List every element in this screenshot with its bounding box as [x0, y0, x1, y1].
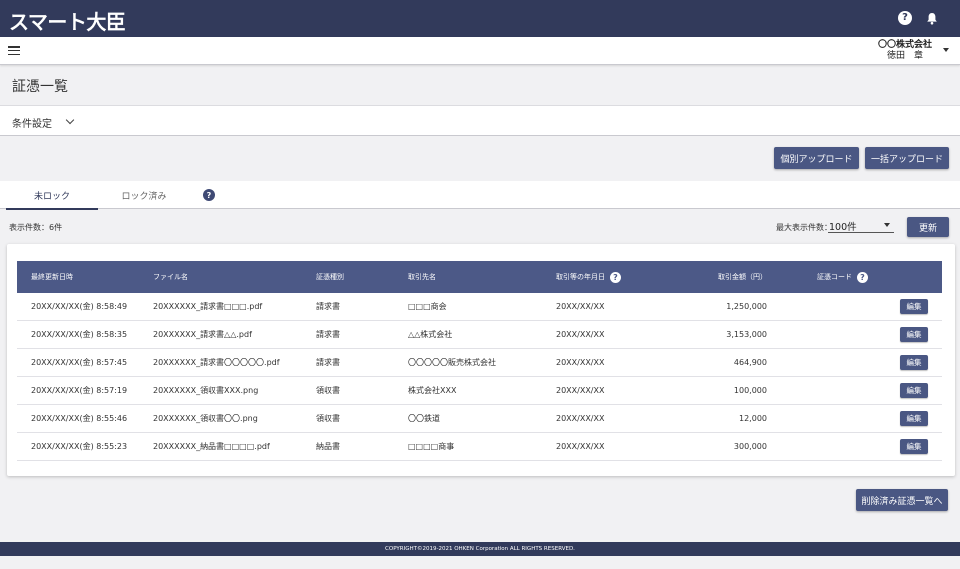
bell-icon[interactable] [925, 11, 939, 25]
header-amount[interactable]: 取引金額（円） [718, 261, 767, 293]
header-code[interactable]: 証憑コード? [817, 261, 868, 293]
cell-file[interactable]: 20XXXXXX_請求書〇〇〇〇〇.pdf [153, 349, 280, 376]
cell-date: 20XX/XX/XX [556, 302, 605, 311]
table-row[interactable]: 20XX/XX/XX(金) 8:57:45 20XXXXXX_請求書〇〇〇〇〇.… [17, 349, 942, 377]
cell-partner: 〇〇〇〇〇販売株式会社 [408, 358, 496, 367]
cell-partner: 株式会社XXX [408, 386, 457, 395]
help-circle-icon[interactable]: ? [898, 11, 912, 25]
edit-button[interactable]: 編集 [900, 299, 928, 314]
header-file[interactable]: ファイル名 [153, 261, 188, 293]
table-row[interactable]: 20XX/XX/XX(金) 8:55:46 20XXXXXX_領収書〇〇.png… [17, 405, 942, 433]
cell-file[interactable]: 20XXXXXX_領収書〇〇.png [153, 405, 258, 432]
caret-down-icon[interactable] [943, 48, 949, 52]
cell-date: 20XX/XX/XX [556, 414, 605, 423]
account-info[interactable]: 〇〇株式会社 徳田 章 [878, 40, 932, 62]
max-count-value: 100件 [829, 222, 857, 233]
help-circle-icon[interactable]: ? [857, 271, 868, 283]
refresh-button[interactable]: 更新 [907, 217, 949, 237]
bulk-upload-button[interactable]: 一括アップロード [865, 147, 949, 169]
help-circle-icon[interactable]: ? [203, 189, 215, 201]
cell-amount: 464,900 [733, 358, 767, 367]
cell-updated: 20XX/XX/XX(金) 8:55:23 [31, 442, 128, 451]
cell-date: 20XX/XX/XX [556, 358, 605, 367]
page-title: 証憑一覧 [12, 79, 68, 95]
document-table-card: 最終更新日時 ファイル名 証憑種別 取引先名 取引等の年月日? 取引金額（円） … [7, 244, 955, 476]
cell-type: 領収書 [316, 414, 340, 423]
header-date[interactable]: 取引等の年月日? [556, 261, 621, 293]
cell-partner: 〇〇鉄道 [408, 414, 440, 423]
header-type[interactable]: 証憑種別 [316, 261, 344, 293]
header-updated[interactable]: 最終更新日時 [31, 261, 73, 293]
cell-updated: 20XX/XX/XX(金) 8:55:46 [31, 414, 128, 423]
tab-unlocked[interactable]: 未ロック [6, 181, 98, 210]
conditions-label: 条件設定 [12, 119, 52, 130]
user-name: 徳田 章 [886, 51, 923, 61]
cell-amount: 12,000 [739, 414, 767, 423]
app-logo[interactable]: スマート大臣 [9, 6, 126, 35]
edit-button[interactable]: 編集 [900, 439, 928, 454]
cell-file[interactable]: 20XXXXXX_納品書□□□□.pdf [153, 433, 270, 460]
cell-type: 請求書 [316, 330, 340, 339]
result-count: 表示件数：6件 [9, 223, 63, 232]
table-row[interactable]: 20XX/XX/XX(金) 8:57:19 20XXXXXX_領収書XXX.pn… [17, 377, 942, 405]
cell-partner: □□□商会 [408, 302, 447, 311]
cell-date: 20XX/XX/XX [556, 330, 605, 339]
cell-type: 領収書 [316, 386, 340, 395]
copyright-text: COPYRIGHT©2019-2021 OHKEN Corporation AL… [385, 546, 575, 552]
cell-file[interactable]: 20XXXXXX_請求書△△.pdf [153, 321, 252, 348]
table-row[interactable]: 20XX/XX/XX(金) 8:58:35 20XXXXXX_請求書△△.pdf… [17, 321, 942, 349]
caret-down-icon [884, 223, 890, 227]
cell-updated: 20XX/XX/XX(金) 8:57:45 [31, 358, 128, 367]
hamburger-icon[interactable] [8, 46, 20, 55]
max-count-label: 最大表示件数： [776, 223, 832, 232]
cell-amount: 3,153,000 [726, 330, 767, 339]
cell-updated: 20XX/XX/XX(金) 8:58:35 [31, 330, 128, 339]
table-row[interactable]: 20XX/XX/XX(金) 8:58:49 20XXXXXX_請求書□□□.pd… [17, 293, 942, 321]
table-header: 最終更新日時 ファイル名 証憑種別 取引先名 取引等の年月日? 取引金額（円） … [17, 261, 942, 293]
company-name: 〇〇株式会社 [877, 40, 932, 50]
cell-amount: 100,000 [733, 386, 767, 395]
chevron-down-icon[interactable] [65, 115, 75, 125]
sub-bar: 〇〇株式会社 徳田 章 [0, 37, 960, 65]
cell-file[interactable]: 20XXXXXX_領収書XXX.png [153, 377, 258, 404]
tab-locked[interactable]: ロック済み [102, 181, 186, 209]
deleted-documents-button[interactable]: 削除済み証憑一覧へ [856, 489, 948, 511]
max-count-select[interactable]: 100件 [828, 218, 894, 233]
conditions-panel[interactable]: 条件設定 [0, 105, 960, 136]
cell-date: 20XX/XX/XX [556, 386, 605, 395]
cell-type: 請求書 [316, 302, 340, 311]
header-partner[interactable]: 取引先名 [408, 261, 436, 293]
cell-amount: 1,250,000 [726, 302, 767, 311]
cell-type: 納品書 [316, 442, 340, 451]
cell-updated: 20XX/XX/XX(金) 8:58:49 [31, 302, 128, 311]
edit-button[interactable]: 編集 [900, 411, 928, 426]
footer: COPYRIGHT©2019-2021 OHKEN Corporation AL… [0, 542, 960, 556]
top-bar: スマート大臣 ? [0, 0, 960, 37]
cell-updated: 20XX/XX/XX(金) 8:57:19 [31, 386, 128, 395]
cell-type: 請求書 [316, 358, 340, 367]
individual-upload-button[interactable]: 個別アップロード [774, 147, 859, 169]
cell-amount: 300,000 [733, 442, 767, 451]
tab-bar: 未ロック ロック済み ? [0, 181, 960, 210]
cell-partner: △△株式会社 [408, 330, 453, 339]
cell-date: 20XX/XX/XX [556, 442, 605, 451]
edit-button[interactable]: 編集 [900, 327, 928, 342]
edit-button[interactable]: 編集 [900, 355, 928, 370]
table-row[interactable]: 20XX/XX/XX(金) 8:55:23 20XXXXXX_納品書□□□□.p… [17, 433, 942, 461]
edit-button[interactable]: 編集 [900, 383, 928, 398]
cell-partner: □□□□商事 [408, 442, 455, 451]
cell-file[interactable]: 20XXXXXX_請求書□□□.pdf [153, 293, 262, 320]
help-circle-icon[interactable]: ? [610, 271, 621, 283]
